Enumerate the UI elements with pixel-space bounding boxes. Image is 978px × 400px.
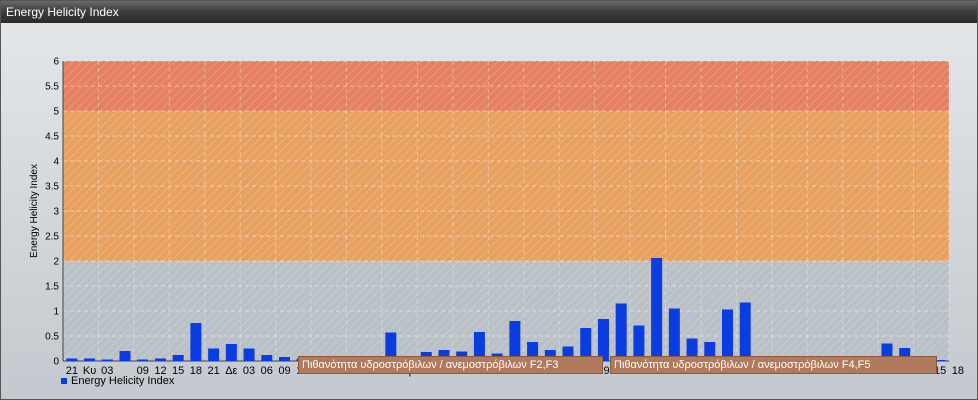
risk-label-f4f5: Πιθανότητα υδροστρόβιλων / ανεμοστρόβιλω…	[610, 356, 937, 374]
y-tick-label: 0.5	[45, 332, 59, 343]
y-tick-label: 0	[53, 357, 59, 368]
bar-15	[597, 319, 609, 361]
y-tick-label: 4	[53, 157, 59, 168]
y-tick-label: 3	[53, 207, 59, 218]
bar-03	[668, 308, 680, 361]
x-tick-label: 18	[190, 365, 202, 377]
bar-Πέ	[651, 258, 663, 361]
bar-15	[172, 355, 184, 361]
bar-Τε	[509, 321, 521, 361]
y-tick-label: 6	[53, 57, 59, 68]
y-axis-title: Energy Helicity Index	[29, 164, 40, 258]
x-tick-label: 09	[278, 365, 290, 377]
chart-legend: Energy Helicity Index	[61, 375, 174, 387]
y-tick-label: 2.5	[45, 232, 59, 243]
bar-21	[66, 358, 78, 361]
y-tick-label: 3.5	[45, 182, 59, 193]
window-title: Energy Helicity Index	[1, 1, 977, 23]
bar-03	[101, 359, 113, 361]
legend-label: Energy Helicity Index	[71, 375, 175, 387]
chart-area: 0 0.5 1 1.5 2 2.5 3 3.5 4 4.5 5 5.5 6 21 Κυ 03 09 12 15 18 2…	[1, 23, 977, 399]
bar-09	[279, 357, 290, 361]
y-tick-label: 1	[53, 307, 59, 318]
bar-18	[615, 303, 627, 361]
bar-Κυ	[84, 358, 96, 361]
x-tick-label: 18	[952, 365, 964, 377]
bar-06	[119, 351, 131, 361]
bar-12	[722, 309, 733, 361]
bar-15	[739, 302, 751, 361]
bar-09	[137, 359, 149, 361]
y-tick-label: 4.5	[45, 132, 59, 143]
x-tick-label: 03	[243, 365, 255, 377]
x-tick-label: 06	[261, 365, 273, 377]
bar-12	[154, 358, 166, 361]
x-tick-label: 21	[207, 365, 219, 377]
legend-swatch	[61, 378, 67, 384]
bar-18	[190, 323, 202, 361]
bar-06	[261, 355, 273, 361]
bar-Δε	[225, 344, 237, 361]
x-tick-label: Δε	[225, 365, 237, 377]
y-tick-label: 2	[53, 257, 59, 268]
bar-03	[243, 348, 255, 361]
bar-21	[208, 348, 220, 361]
ehi-chart: 00.511.522.533.544.555.5621 Κυ 03 09 12 15 18 2…	[29, 57, 964, 378]
y-tick-label: 5.5	[45, 82, 59, 93]
chart-window: Energy Helicity Index 0 0.5 1 1.5 2 2.5 3 3.5 4 4…	[0, 0, 978, 400]
y-tick-label: 1.5	[45, 282, 59, 293]
y-tick-label: 5	[53, 107, 59, 118]
risk-label-f2f3: Πιθανότητα υδροστρόβιλων / ανεμοστρόβιλω…	[298, 356, 603, 374]
